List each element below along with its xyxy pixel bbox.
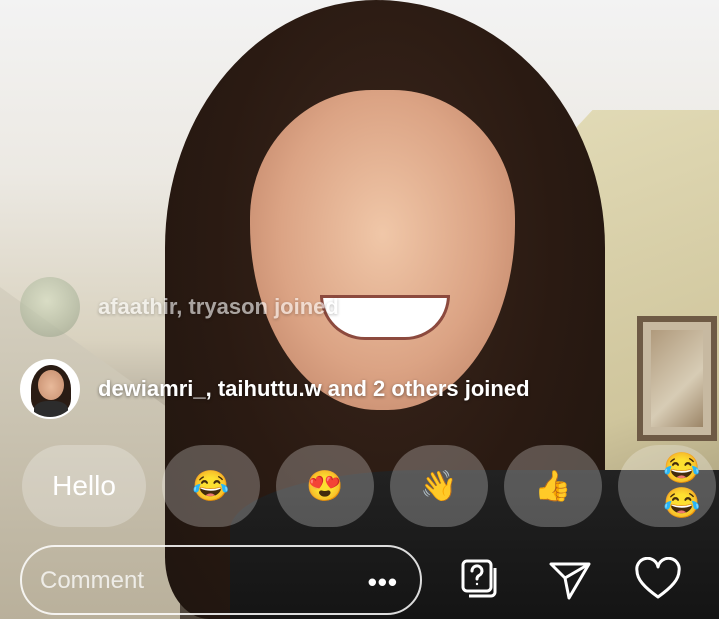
question-icon[interactable] — [455, 554, 505, 604]
join-notification: afaathir, tryason joined — [20, 277, 339, 337]
quick-reply-heart-eyes[interactable]: 😍 — [276, 445, 374, 527]
quick-reply-hello[interactable]: Hello — [22, 445, 146, 527]
comment-box: ••• — [20, 545, 422, 615]
quick-reply-double-laugh[interactable]: 😂😂 — [618, 445, 716, 527]
join-text: afaathir, tryason joined — [98, 294, 339, 319]
join-text: dewiamri_, taihuttu.w and 2 others joine… — [98, 376, 530, 401]
quick-reply-thumbs-up[interactable]: 👍 — [504, 445, 602, 527]
join-notification: dewiamri_, taihuttu.w and 2 others joine… — [20, 359, 530, 419]
quick-reply-row: Hello 😂 😍 👋 👍 😂😂 — [22, 445, 716, 527]
picture-frame — [637, 316, 717, 441]
more-options-button[interactable]: ••• — [368, 567, 398, 598]
heart-icon[interactable] — [633, 554, 683, 604]
quick-reply-laugh[interactable]: 😂 — [162, 445, 260, 527]
send-icon[interactable] — [545, 554, 595, 604]
bottom-bar: ••• — [0, 540, 719, 619]
quick-reply-wave[interactable]: 👋 — [390, 445, 488, 527]
avatar — [20, 359, 80, 419]
comment-input[interactable] — [38, 562, 342, 600]
avatar — [20, 277, 80, 337]
